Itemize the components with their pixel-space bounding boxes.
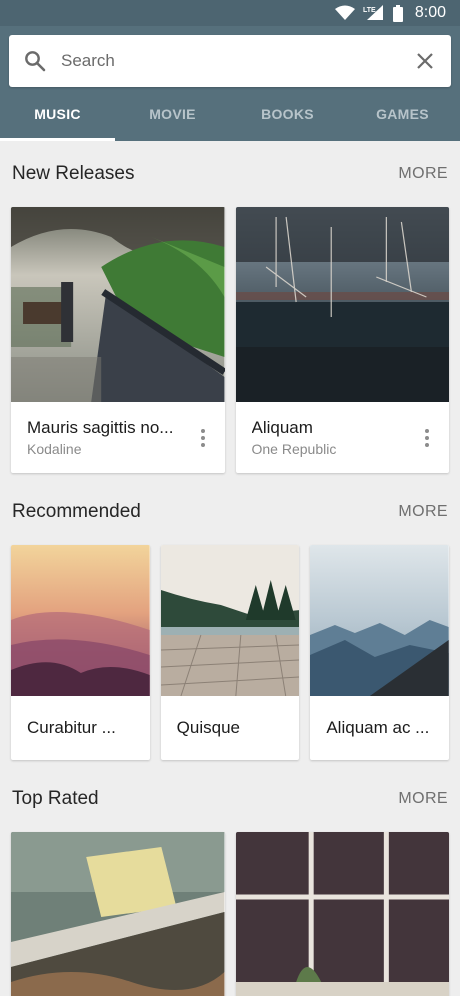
wifi-icon bbox=[334, 5, 355, 21]
tab-music[interactable]: MUSIC bbox=[0, 87, 115, 141]
album-title: Curabitur ... bbox=[27, 718, 116, 737]
cell-signal-icon: LTE bbox=[363, 5, 385, 21]
status-bar: LTE 8:00 bbox=[0, 0, 460, 26]
more-button[interactable]: MORE bbox=[398, 503, 448, 521]
album-cover-image bbox=[160, 545, 300, 696]
album-title: Aliquam bbox=[251, 418, 313, 437]
section-header: Top Rated MORE bbox=[11, 766, 449, 832]
section-header: Recommended MORE bbox=[11, 479, 449, 545]
artist-name: Kodaline bbox=[27, 441, 82, 457]
tab-games[interactable]: GAMES bbox=[345, 87, 460, 141]
more-vert-icon[interactable] bbox=[417, 428, 437, 447]
album-title: Mauris sagittis no... bbox=[27, 418, 174, 437]
battery-icon bbox=[392, 4, 403, 22]
album-card[interactable]: Aliquam One Republic bbox=[235, 207, 449, 473]
more-vert-icon[interactable] bbox=[193, 428, 213, 447]
section-new-releases: New Releases MORE Mauris sagittis no... … bbox=[0, 141, 460, 473]
search-bar bbox=[9, 35, 451, 87]
album-card[interactable]: Aliquam ac ... bbox=[310, 545, 450, 760]
close-icon[interactable] bbox=[413, 49, 437, 73]
section-recommended: Recommended MORE Curabitur ... Quisque A… bbox=[0, 479, 460, 760]
album-card[interactable] bbox=[11, 832, 225, 996]
more-button[interactable]: MORE bbox=[398, 165, 448, 183]
svg-text:LTE: LTE bbox=[363, 7, 376, 14]
section-title: Top Rated bbox=[12, 788, 99, 809]
app-header: MUSIC MOVIE BOOKS GAMES bbox=[0, 26, 460, 141]
album-card[interactable]: Mauris sagittis no... Kodaline bbox=[11, 207, 225, 473]
artist-name: One Republic bbox=[251, 441, 337, 457]
tab-movie[interactable]: MOVIE bbox=[115, 87, 230, 141]
album-title: Aliquam ac ... bbox=[326, 718, 430, 737]
section-title: New Releases bbox=[12, 163, 135, 184]
section-title: Recommended bbox=[12, 501, 141, 522]
album-card[interactable]: Curabitur ... bbox=[11, 545, 150, 760]
section-top-rated: Top Rated MORE bbox=[0, 766, 460, 996]
album-title: Quisque bbox=[176, 718, 240, 737]
album-cover-image bbox=[11, 207, 225, 402]
album-cover-image bbox=[11, 545, 150, 696]
section-header: New Releases MORE bbox=[11, 141, 449, 207]
search-input[interactable] bbox=[61, 51, 413, 71]
album-card[interactable] bbox=[235, 832, 449, 996]
category-tabs: MUSIC MOVIE BOOKS GAMES bbox=[0, 87, 460, 141]
tab-books[interactable]: BOOKS bbox=[230, 87, 345, 141]
album-cover-image bbox=[235, 207, 449, 402]
album-card[interactable]: Quisque bbox=[160, 545, 300, 760]
album-cover-image bbox=[310, 545, 450, 696]
clock: 8:00 bbox=[414, 4, 446, 21]
album-cover-image bbox=[11, 832, 225, 996]
more-button[interactable]: MORE bbox=[398, 790, 448, 808]
search-icon[interactable] bbox=[23, 49, 47, 73]
album-cover-image bbox=[235, 832, 449, 996]
